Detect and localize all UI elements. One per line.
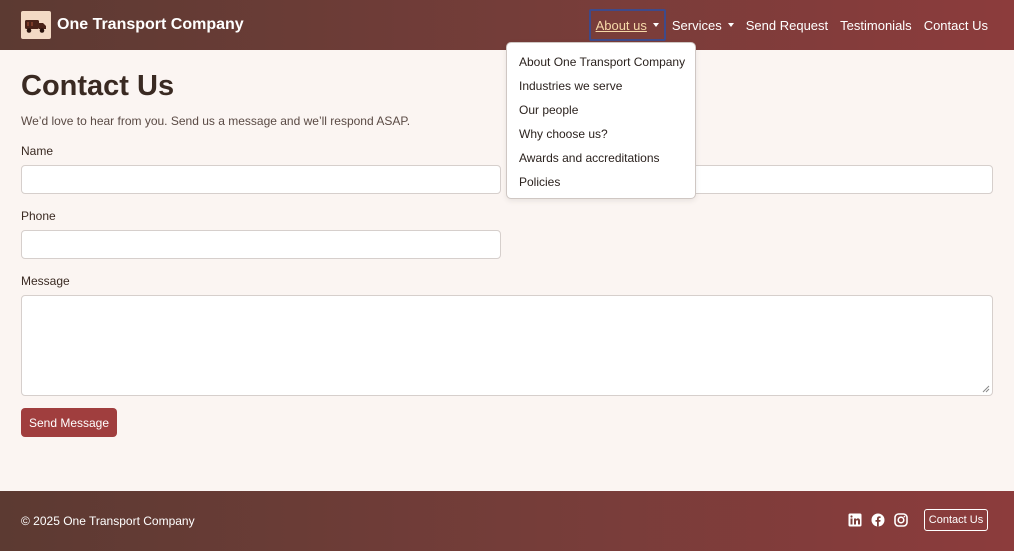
linkedin-icon[interactable]	[848, 513, 862, 527]
caret-down-icon	[652, 23, 659, 27]
instagram-icon[interactable]	[894, 513, 908, 527]
phone-label: Phone	[21, 209, 56, 223]
nav-send-request-label: Send Request	[745, 17, 829, 33]
facebook-icon[interactable]	[871, 513, 885, 527]
nav-about-us[interactable]: About us	[588, 9, 666, 41]
send-message-button[interactable]: Send Message	[21, 408, 117, 437]
dropdown-item-why-choose-us[interactable]: Why choose us?	[507, 124, 695, 148]
copyright-text: © 2025 One Transport Company	[21, 514, 195, 528]
footer: © 2025 One Transport Company Contact Us	[0, 491, 1014, 551]
page-subtitle: We’d love to hear from you. Send us a me…	[21, 114, 411, 128]
message-textarea[interactable]	[21, 295, 993, 396]
brand-name: One Transport Company	[57, 16, 244, 33]
caret-down-icon	[727, 23, 734, 27]
nav-services[interactable]: Services	[666, 9, 740, 41]
dropdown-item-awards[interactable]: Awards and accreditations	[507, 148, 695, 172]
dropdown-item-policies[interactable]: Policies	[507, 172, 695, 196]
truck-icon	[21, 11, 51, 39]
brand-link[interactable]: One Transport Company	[21, 11, 244, 39]
nav-services-label: Services	[671, 17, 722, 33]
nav-testimonials[interactable]: Testimonials	[834, 9, 918, 41]
about-dropdown-menu: About One Transport Company Industries w…	[506, 42, 696, 199]
nav-contact-us[interactable]: Contact Us	[918, 9, 994, 41]
page-title: Contact Us	[21, 70, 175, 102]
name-label: Name	[21, 144, 54, 158]
phone-input[interactable]	[21, 230, 501, 259]
nav-about-us-label: About us	[595, 17, 647, 33]
footer-contact-us-button[interactable]: Contact Us	[924, 509, 988, 531]
resize-handle-icon[interactable]	[982, 385, 990, 393]
nav-testimonials-label: Testimonials	[840, 17, 912, 33]
dropdown-item-about-company[interactable]: About One Transport Company	[507, 52, 695, 76]
message-label: Message	[21, 274, 70, 288]
dropdown-item-our-people[interactable]: Our people	[507, 100, 695, 124]
nav-contact-us-label: Contact Us	[923, 17, 988, 33]
nav-send-request[interactable]: Send Request	[740, 9, 834, 41]
name-input[interactable]	[21, 165, 501, 194]
dropdown-item-industries[interactable]: Industries we serve	[507, 76, 695, 100]
